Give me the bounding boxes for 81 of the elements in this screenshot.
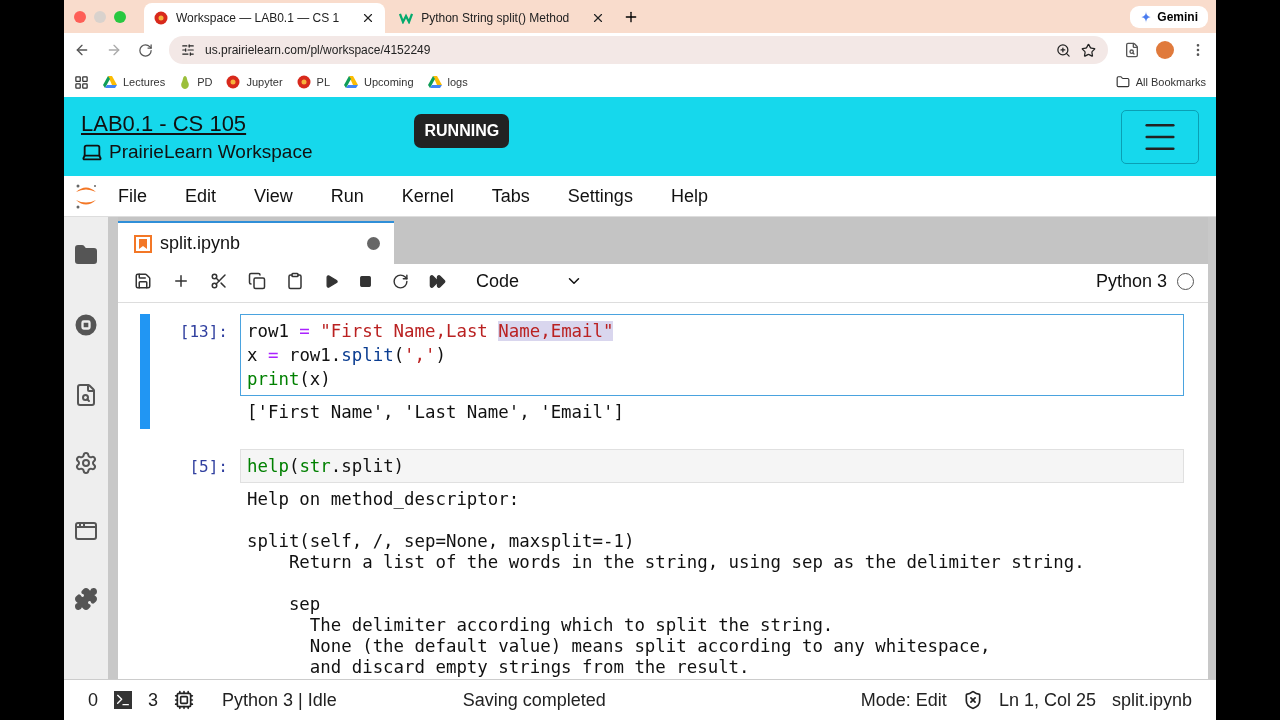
site-settings-icon[interactable] — [181, 43, 195, 57]
code-line: print(x) — [247, 368, 332, 391]
back-icon[interactable] — [74, 42, 90, 58]
folder-icon[interactable] — [74, 243, 98, 267]
browser-tab[interactable]: Python String split() Method — [389, 3, 616, 33]
cursor-position[interactable]: Ln 1, Col 25 — [998, 689, 1096, 711]
menu-item[interactable]: Run — [310, 185, 382, 207]
window-icon[interactable] — [74, 519, 98, 543]
bookmark-link[interactable]: PL — [296, 75, 331, 89]
menu-item[interactable]: Edit — [165, 185, 235, 207]
menu-item[interactable]: Settings — [547, 185, 651, 207]
code-line: x = row1.split(',') — [247, 344, 447, 367]
kernel-status[interactable]: Python 3 | Idle — [222, 689, 337, 711]
bookmark-link[interactable]: Jupyter — [226, 75, 283, 89]
w-logo-icon — [399, 12, 414, 24]
page-search-icon[interactable] — [1124, 42, 1140, 58]
triangle-logo-icon — [344, 76, 359, 88]
code-input[interactable]: help(str.split) — [240, 449, 1184, 483]
bookmark-link[interactable]: PD — [179, 75, 213, 89]
flower-icon — [296, 75, 311, 89]
reload-icon[interactable] — [138, 42, 153, 58]
status-badge: RUNNING — [414, 113, 510, 148]
notebook-tab[interactable]: split.ipynb — [118, 221, 394, 264]
run-icon[interactable] — [324, 273, 339, 289]
profile-avatar[interactable] — [1156, 41, 1174, 59]
flower-icon — [154, 11, 168, 25]
gemini-button[interactable]: Gemini — [1130, 5, 1208, 28]
bookmark-link[interactable]: logs — [427, 76, 468, 88]
cell-type-dropdown[interactable]: Code — [476, 270, 584, 292]
status-message: Saving completed — [462, 689, 606, 711]
bookmark-star-icon[interactable] — [1081, 42, 1096, 58]
cut-icon[interactable] — [210, 272, 228, 290]
notebook-icon — [134, 234, 152, 253]
code-input[interactable]: row1 = "First Name,Last Name,Email" x = row1.split(',') print(x) — [240, 314, 1184, 396]
mode-indicator: Mode: Edit — [860, 689, 947, 711]
tab-title: split.ipynb — [160, 233, 241, 254]
menu-item[interactable]: View — [234, 185, 311, 207]
browser-tab[interactable]: Workspace — LAB0.1 — CS 1 — [144, 3, 386, 33]
code-line: row1 = "First Name,Last Name,Email" — [247, 320, 615, 343]
puzzle-icon[interactable] — [74, 587, 98, 611]
menu-item[interactable]: Help — [650, 185, 726, 207]
course-title-link[interactable]: LAB0.1 - CS 105 — [81, 110, 313, 137]
cell-output: Help on method_descriptor: split(self, /, sep=None, maxsplit=-1) Return a list of the words in the string, using sep as the delimiter string. sep The delimiter according which to split the string. None (the default value) means split according to any whitespace, and discard empty strings from the result. — [246, 488, 1086, 679]
apps-icon[interactable] — [74, 74, 89, 90]
pear-icon — [179, 75, 192, 89]
save-icon[interactable] — [134, 272, 152, 290]
triangle-logo-icon — [103, 76, 117, 88]
fast-forward-icon[interactable] — [429, 272, 446, 290]
zoom-icon[interactable] — [1056, 42, 1071, 58]
bookmark-link[interactable]: Upcoming — [344, 76, 414, 88]
kernel-count: 3 — [148, 689, 159, 711]
copy-icon[interactable] — [248, 272, 266, 290]
restart-icon[interactable] — [392, 272, 409, 290]
add-icon[interactable] — [172, 272, 190, 290]
bookmark-link[interactable]: Lectures — [103, 76, 166, 88]
stop-circle-icon[interactable] — [72, 311, 100, 339]
flower-icon — [226, 75, 241, 89]
folder-icon — [1115, 75, 1130, 89]
menu-item[interactable]: Tabs — [471, 185, 548, 207]
chip-icon[interactable] — [174, 690, 195, 710]
address-bar[interactable]: us.prairielearn.com/pl/workspace/4152249 — [169, 36, 1108, 64]
workspace-label: PrairieLearn Workspace — [109, 140, 313, 163]
stop-icon[interactable] — [359, 274, 372, 288]
inspector-icon[interactable] — [74, 383, 98, 407]
menu-item[interactable]: File — [98, 185, 165, 207]
all-bookmarks-link[interactable]: All Bookmarks — [1115, 75, 1206, 89]
cell-prompt: [5]: — [188, 456, 229, 478]
paste-icon[interactable] — [286, 272, 304, 290]
file-name: split.ipynb — [1111, 689, 1192, 711]
kernel-name[interactable]: Python 3 — [1095, 270, 1167, 292]
code-line: help(str.split) — [247, 455, 406, 478]
cell-output: ['First Name', 'Last Name', 'Email'] — [246, 401, 625, 424]
terminal-icon[interactable] — [114, 691, 132, 709]
terminal-count: 0 — [88, 689, 98, 711]
jupyter-logo-icon — [74, 183, 98, 209]
url-text: us.prairielearn.com/pl/workspace/4152249 — [205, 43, 431, 57]
settings-icon[interactable] — [74, 451, 98, 475]
triangle-logo-icon — [427, 76, 442, 88]
menu-item[interactable]: Kernel — [381, 185, 472, 207]
menu-button[interactable] — [1121, 109, 1199, 164]
cell-prompt: [13]: — [178, 321, 229, 343]
